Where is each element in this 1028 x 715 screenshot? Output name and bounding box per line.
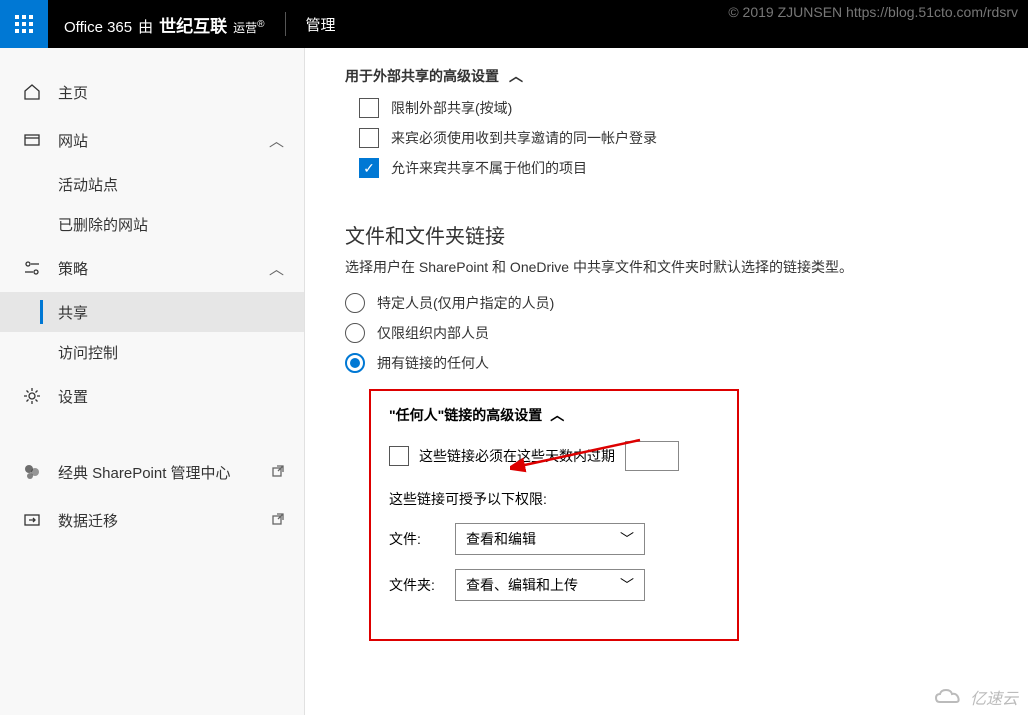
watermark-text: © 2019 ZJUNSEN https://blog.51cto.com/rd… — [728, 4, 1018, 20]
nav-active-sites[interactable]: 活动站点 — [0, 164, 304, 204]
perm-label: 这些链接可授予以下权限: — [389, 489, 719, 509]
radio-row-specific: 特定人员(仅用户指定的人员) — [345, 293, 988, 313]
cb-same-account: 来宾必须使用收到共享邀请的同一帐户登录 — [359, 128, 988, 148]
nav-migration-label: 数据迁移 — [58, 510, 272, 531]
nav-policy[interactable]: 策略 ︿ — [0, 244, 304, 292]
file-perm-row: 文件: 查看和编辑 ﹀ — [389, 523, 719, 555]
expire-row: 这些链接必须在这些天数内过期 — [389, 441, 719, 471]
brand-logo: 世纪互联 — [159, 12, 227, 37]
app-launcher[interactable] — [0, 0, 48, 48]
folder-perm-row: 文件夹: 查看、编辑和上传 ﹀ — [389, 569, 719, 601]
gear-icon — [20, 387, 44, 405]
nav-policy-label: 策略 — [58, 258, 269, 279]
anyone-settings-box: "任何人"链接的高级设置 ︿ 这些链接必须在这些天数内过期 这些链接可授予以下权… — [369, 389, 739, 641]
nav-access-control[interactable]: 访问控制 — [0, 332, 304, 372]
nav-classic[interactable]: 经典 SharePoint 管理中心 — [0, 448, 304, 496]
nav-migration[interactable]: 数据迁移 — [0, 496, 304, 544]
nav-deleted-sites[interactable]: 已删除的网站 — [0, 204, 304, 244]
radio-row-org: 仅限组织内部人员 — [345, 323, 988, 343]
chevron-up-icon: ︿ — [550, 405, 564, 425]
nav-sharing[interactable]: 共享 — [0, 292, 304, 332]
folder-perm-select[interactable]: 查看、编辑和上传 ﹀ — [455, 569, 645, 601]
file-perm-select[interactable]: 查看和编辑 ﹀ — [455, 523, 645, 555]
anyone-title[interactable]: "任何人"链接的高级设置 ︿ — [389, 405, 719, 425]
expire-days-input[interactable] — [625, 441, 679, 471]
admin-label: 管理 — [290, 14, 352, 35]
cb-limit-domain: 限制外部共享(按域) — [359, 98, 988, 118]
brand: Office 365 由 世纪互联 运营® — [48, 12, 281, 37]
nav-home-label: 主页 — [58, 82, 284, 103]
chevron-down-icon: ﹀ — [620, 529, 634, 549]
nav-sites[interactable]: 网站 ︿ — [0, 116, 304, 164]
waffle-icon — [15, 15, 33, 33]
brand-suffix: 运营 — [233, 21, 257, 35]
sharepoint-icon — [20, 463, 44, 481]
policy-icon — [20, 259, 44, 277]
checkbox-guest-share[interactable]: ✓ — [359, 158, 379, 178]
radio-row-anyone: 拥有链接的任何人 — [345, 353, 988, 373]
radio-specific[interactable] — [345, 293, 365, 313]
divider — [285, 12, 286, 36]
nav-classic-label: 经典 SharePoint 管理中心 — [58, 462, 272, 483]
brand-prefix: Office 365 — [64, 19, 132, 36]
chevron-up-icon: ︿ — [269, 130, 284, 151]
migration-icon — [20, 511, 44, 529]
external-icon — [272, 512, 284, 529]
cloud-icon — [932, 686, 964, 708]
radio-anyone[interactable] — [345, 353, 365, 373]
links-title: 文件和文件夹链接 — [345, 220, 988, 249]
checkbox-limit-domain[interactable] — [359, 98, 379, 118]
home-icon — [20, 83, 44, 101]
checkbox-same-account[interactable] — [359, 128, 379, 148]
chevron-up-icon: ︿ — [509, 66, 523, 86]
nav-settings[interactable]: 设置 — [0, 372, 304, 420]
nav-home[interactable]: 主页 — [0, 68, 304, 116]
external-icon — [272, 464, 284, 481]
yisu-watermark: 亿速云 — [932, 685, 1018, 709]
external-sharing-header[interactable]: 用于外部共享的高级设置 ︿ — [345, 66, 988, 86]
cb-guest-share: ✓ 允许来宾共享不属于他们的项目 — [359, 158, 988, 178]
radio-org[interactable] — [345, 323, 365, 343]
sidebar: 主页 网站 ︿ 活动站点 已删除的网站 策略 ︿ 共享 访问控制 设置 经典 S… — [0, 48, 305, 715]
nav-settings-label: 设置 — [58, 386, 284, 407]
brand-by: 由 — [138, 16, 153, 37]
chevron-down-icon: ﹀ — [620, 575, 634, 595]
links-desc: 选择用户在 SharePoint 和 OneDrive 中共享文件和文件夹时默认… — [345, 257, 988, 277]
chevron-up-icon: ︿ — [269, 258, 284, 279]
sites-icon — [20, 131, 44, 149]
main-content: 用于外部共享的高级设置 ︿ 限制外部共享(按域) 来宾必须使用收到共享邀请的同一… — [305, 48, 1028, 715]
checkbox-expire[interactable] — [389, 446, 409, 466]
nav-sites-label: 网站 — [58, 130, 269, 151]
